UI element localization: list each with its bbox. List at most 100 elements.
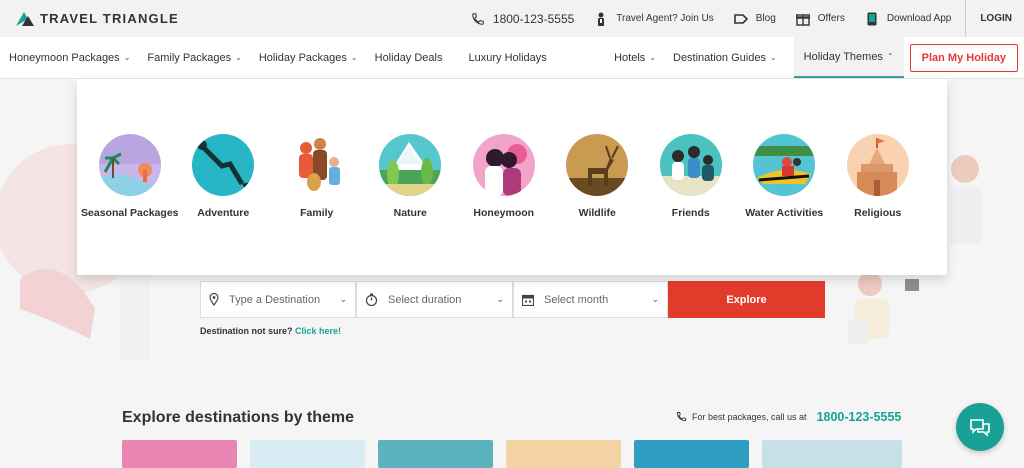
stopwatch-icon [365,293,378,306]
chevron-up-icon: ⌃ [886,52,894,61]
top-phone[interactable]: 1800-123-5555 [471,12,574,26]
theme-card[interactable] [762,440,902,468]
theme-cards [122,440,902,468]
calendar-icon [522,294,534,306]
nav-destination-guides[interactable]: Destination Guides ⌄ [673,37,785,78]
chat-icon [970,419,990,437]
chevron-down-icon: ⌄ [496,294,504,304]
theme-label: Adventure [197,207,250,219]
top-link-download-app[interactable]: Download App [865,12,952,26]
theme-nature[interactable]: Nature [364,134,458,219]
main-nav: Honeymoon Packages ⌄ Family Packages ⌄ Hol… [0,37,1024,79]
nav-holiday-themes[interactable]: Holiday Themes ⌃ [793,37,904,78]
section-title: Explore destinations by theme [122,409,355,426]
nav-luxury-holidays[interactable]: Luxury Holidays [469,37,555,78]
nav-family-packages[interactable]: Family Packages ⌄ [147,37,249,78]
theme-label: Nature [393,207,427,219]
theme-label: Friends [671,207,710,219]
nav-label: Honeymoon Packages [9,51,120,64]
nav-label: Holiday Packages [258,51,347,64]
gift-icon [795,12,810,26]
person-icon [594,12,608,26]
theme-religious[interactable]: Religious [831,134,925,219]
phone-icon [676,411,687,424]
click-here-link[interactable]: Click here! [295,326,341,336]
religious-icon [846,134,909,196]
month-select[interactable]: Select month ⌄ [513,281,668,318]
destination-field[interactable]: Type a Destination ⌄ [200,281,356,318]
honeymoon-icon [472,134,535,196]
theme-card[interactable] [506,440,621,468]
top-bar: TRAVEL TRIANGLE 1800-123-5555 Travel Age… [0,0,1024,37]
plan-my-holiday-button[interactable]: Plan My Holiday [909,43,1018,72]
nav-holiday-packages[interactable]: Holiday Packages ⌄ [259,37,366,78]
top-link-label: Blog [755,13,776,24]
destination-placeholder: Type a Destination [229,293,321,306]
nav-honeymoon-packages[interactable]: Honeymoon Packages ⌄ [9,37,138,78]
destination-note: Destination not sure? Click here! [200,326,341,336]
theme-label: Wildlife [578,207,616,219]
nav-label: Luxury Holidays [468,51,547,64]
phone-app-icon [865,12,879,26]
adventure-icon [192,134,255,196]
nature-icon [379,134,442,196]
search-bar: Type a Destination ⌄ Select duration ⌄ S… [200,281,825,318]
theme-friends[interactable]: Friends [644,134,738,219]
nav-label: Holiday Deals [374,51,443,64]
blog-icon [733,12,748,26]
theme-card[interactable] [250,440,365,468]
top-link-blog[interactable]: Blog [733,12,776,26]
seasonal-icon [98,134,161,196]
theme-label: Family [300,207,334,219]
nav-label: Holiday Themes [803,50,883,63]
chevron-down-icon: ⌄ [651,294,659,304]
theme-card[interactable] [378,440,493,468]
call-number[interactable]: 1800-123-5555 [817,410,902,424]
top-link-offers[interactable]: Offers [795,12,845,26]
chat-button[interactable] [956,403,1004,451]
theme-family[interactable]: Family [270,134,364,219]
location-pin-icon [209,293,219,306]
call-text: For best packages, call us at [692,412,807,422]
explore-button[interactable]: Explore [668,281,825,318]
nav-label: Destination Guides [673,51,766,64]
destination-note-text: Destination not sure? [200,326,293,336]
chevron-down-icon: ⌄ [235,53,242,62]
theme-card[interactable] [634,440,749,468]
holiday-themes-dropdown: Seasonal Packages Adventure Family Natur… [77,79,947,275]
top-link-label: Offers [817,13,845,24]
theme-wildlife[interactable]: Wildlife [551,134,645,219]
theme-adventure[interactable]: Adventure [177,134,271,219]
duration-placeholder: Select duration [388,293,462,306]
month-placeholder: Select month [544,293,609,306]
theme-label: Religious [854,207,902,219]
call-info: For best packages, call us at 1800-123-5… [676,410,901,424]
theme-water-activities[interactable]: Water Activities [738,134,832,219]
brand-logo[interactable]: TRAVEL TRIANGLE [16,11,179,26]
theme-card[interactable] [122,440,237,468]
chevron-down-icon: ⌄ [769,53,777,62]
brand-name: TRAVEL TRIANGLE [40,11,179,26]
chevron-down-icon: ⌄ [123,53,131,62]
login-button[interactable]: LOGIN [965,0,1012,37]
duration-select[interactable]: Select duration ⌄ [356,281,513,318]
top-link-label: Travel Agent? Join Us [616,13,714,24]
chevron-down-icon: ⌄ [350,53,358,62]
top-link-travel-agent[interactable]: Travel Agent? Join Us [594,12,714,26]
theme-honeymoon[interactable]: Honeymoon [457,134,551,219]
top-phone-number: 1800-123-5555 [492,11,575,26]
nav-label: Family Packages [147,51,232,64]
nav-hotels[interactable]: Hotels ⌄ [614,37,664,78]
nav-holiday-deals[interactable]: Holiday Deals [375,37,451,78]
theme-label: Honeymoon [473,207,535,219]
chevron-down-icon: ⌄ [649,53,656,62]
theme-seasonal-packages[interactable]: Seasonal Packages [81,134,179,219]
wildlife-icon [566,134,629,196]
nav-label: Hotels [614,51,646,64]
friends-icon [659,134,722,196]
theme-label: Water Activities [745,207,824,219]
family-icon [285,134,348,196]
chevron-down-icon: ⌄ [339,294,347,304]
top-link-label: Download App [886,13,952,24]
water-activities-icon [753,134,816,196]
